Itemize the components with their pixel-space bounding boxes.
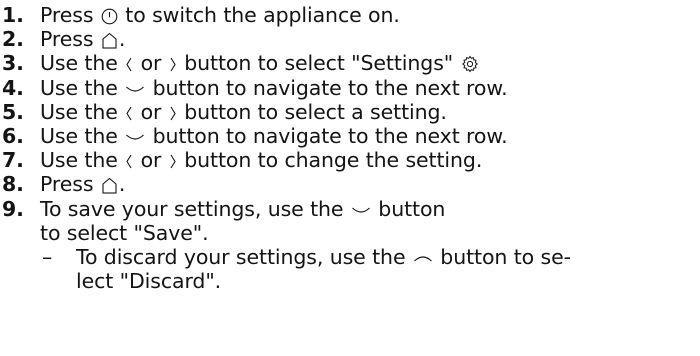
- step-text-part: button to navigate to the next row.: [146, 75, 508, 100]
- step-text: Use the or button to select "Settings": [40, 51, 480, 75]
- step-text: Use the or button to change the setting.: [40, 148, 482, 172]
- step-number: 9.: [2, 196, 24, 221]
- step-number: 4.: [2, 75, 24, 100]
- step-text-part: to switch the appliance on.: [118, 3, 400, 27]
- step-3: 3. Use the or button to select "Settings…: [0, 51, 700, 75]
- step-text: Press to switch the appliance on.: [40, 3, 400, 27]
- chevron-left-icon: [125, 153, 133, 170]
- step-text: To save your settings, use the button to…: [40, 197, 445, 245]
- step-text: Press .: [40, 27, 125, 51]
- chevron-down-icon: [125, 129, 145, 146]
- step-text-part: button to navigate to the next row.: [146, 124, 508, 149]
- step-9: 9. To save your settings, use the button…: [0, 197, 470, 245]
- step-text-part: or: [134, 99, 168, 124]
- instruction-list: 1. Press to switch the appliance on. 2. …: [0, 0, 700, 356]
- step-text-part: Press: [40, 3, 100, 27]
- step-text: Press .: [40, 172, 125, 196]
- dash-bullet: –: [42, 245, 53, 270]
- step-text-part: button to change the setting.: [177, 148, 483, 173]
- substep-text-part: To discard your settings, use the: [76, 245, 412, 270]
- chevron-down-icon: [351, 202, 371, 219]
- step-number: 7.: [2, 148, 24, 173]
- step-text-part: button to select "Settings": [177, 51, 460, 76]
- step-2: 2. Press .: [0, 27, 700, 51]
- step-7: 7. Use the or button to change the setti…: [0, 148, 700, 172]
- power-icon: [101, 8, 118, 25]
- step-text-part: Use the: [40, 148, 125, 173]
- chevron-right-icon: [169, 153, 177, 170]
- step-number: 1.: [2, 3, 24, 27]
- step-number: 3.: [2, 51, 24, 76]
- chevron-up-icon: [413, 250, 433, 267]
- step-text-part: or: [134, 51, 168, 76]
- step-text-part: or: [134, 148, 168, 173]
- step-5: 5. Use the or button to select a setting…: [0, 100, 700, 124]
- step-text-part: .: [118, 172, 126, 197]
- step-6: 6. Use the button to navigate to the nex…: [0, 124, 700, 148]
- home-icon: [101, 32, 118, 49]
- chevron-left-icon: [125, 105, 133, 122]
- step-text-part: .: [118, 27, 126, 52]
- settings-gear-icon: [461, 55, 479, 73]
- step-text-part: button to select a setting.: [177, 99, 447, 124]
- step-8: 8. Press .: [0, 172, 700, 196]
- step-1: 1. Press to switch the appliance on.: [0, 3, 700, 27]
- step-text-part: Use the: [40, 51, 125, 76]
- step-text: Use the button to navigate to the next r…: [40, 124, 508, 148]
- chevron-left-icon: [125, 56, 133, 73]
- step-number: 8.: [2, 172, 24, 197]
- step-text: Use the button to navigate to the next r…: [40, 76, 508, 100]
- step-number: 2.: [2, 27, 24, 52]
- step-number: 6.: [2, 124, 24, 149]
- step-text-part: Use the: [40, 99, 125, 124]
- step-text-part: Press: [40, 27, 100, 52]
- step-4: 4. Use the button to navigate to the nex…: [0, 76, 700, 100]
- step-text: Use the or button to select a setting.: [40, 100, 447, 124]
- step-text-part: Press: [40, 172, 100, 197]
- chevron-down-icon: [125, 81, 145, 98]
- step-text-part: Use the: [40, 124, 125, 149]
- home-icon: [101, 177, 118, 194]
- step-text-part: To save your settings, use the: [40, 196, 350, 221]
- chevron-right-icon: [169, 56, 177, 73]
- chevron-right-icon: [169, 105, 177, 122]
- step-text-part: Use the: [40, 75, 125, 100]
- substep-discard: – To discard your settings, use the butt…: [0, 245, 596, 293]
- step-number: 5.: [2, 99, 24, 124]
